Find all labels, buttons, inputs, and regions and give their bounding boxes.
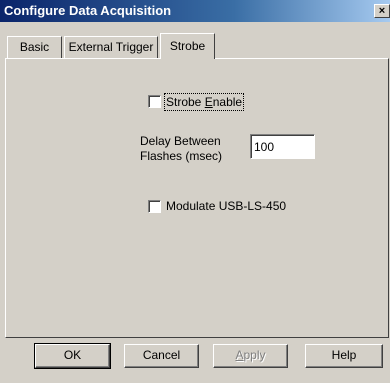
cancel-label: Cancel bbox=[142, 348, 181, 362]
delay-label-line2: Flashes (msec) bbox=[140, 149, 223, 163]
delay-input[interactable] bbox=[250, 134, 315, 159]
help-label: Help bbox=[331, 348, 357, 362]
ok-button[interactable]: OK bbox=[34, 343, 111, 369]
modulate-checkbox[interactable] bbox=[148, 200, 161, 213]
tab-external-trigger[interactable]: External Trigger bbox=[64, 36, 158, 58]
close-icon: × bbox=[378, 5, 386, 17]
modulate-label[interactable]: Modulate USB-LS-450 bbox=[166, 199, 286, 213]
tab-strobe-label: Strobe bbox=[169, 39, 206, 53]
delay-label-line1: Delay Between bbox=[140, 134, 221, 148]
tab-basic[interactable]: Basic bbox=[7, 36, 62, 58]
close-button[interactable]: × bbox=[374, 4, 390, 18]
tab-strobe[interactable]: Strobe bbox=[160, 33, 215, 59]
cancel-button[interactable]: Cancel bbox=[124, 344, 199, 368]
strobe-enable-label[interactable]: Strobe Enable bbox=[163, 93, 245, 111]
apply-label: Apply bbox=[235, 348, 266, 362]
title-bar: Configure Data Acquisition × bbox=[0, 0, 390, 22]
help-button[interactable]: Help bbox=[305, 344, 383, 368]
strobe-enable-checkbox[interactable] bbox=[148, 95, 161, 108]
apply-button[interactable]: Apply bbox=[213, 344, 288, 368]
ok-label: OK bbox=[63, 348, 82, 362]
tab-external-trigger-label: External Trigger bbox=[68, 40, 154, 54]
tab-basic-label: Basic bbox=[19, 40, 50, 54]
window-title: Configure Data Acquisition bbox=[4, 3, 172, 18]
